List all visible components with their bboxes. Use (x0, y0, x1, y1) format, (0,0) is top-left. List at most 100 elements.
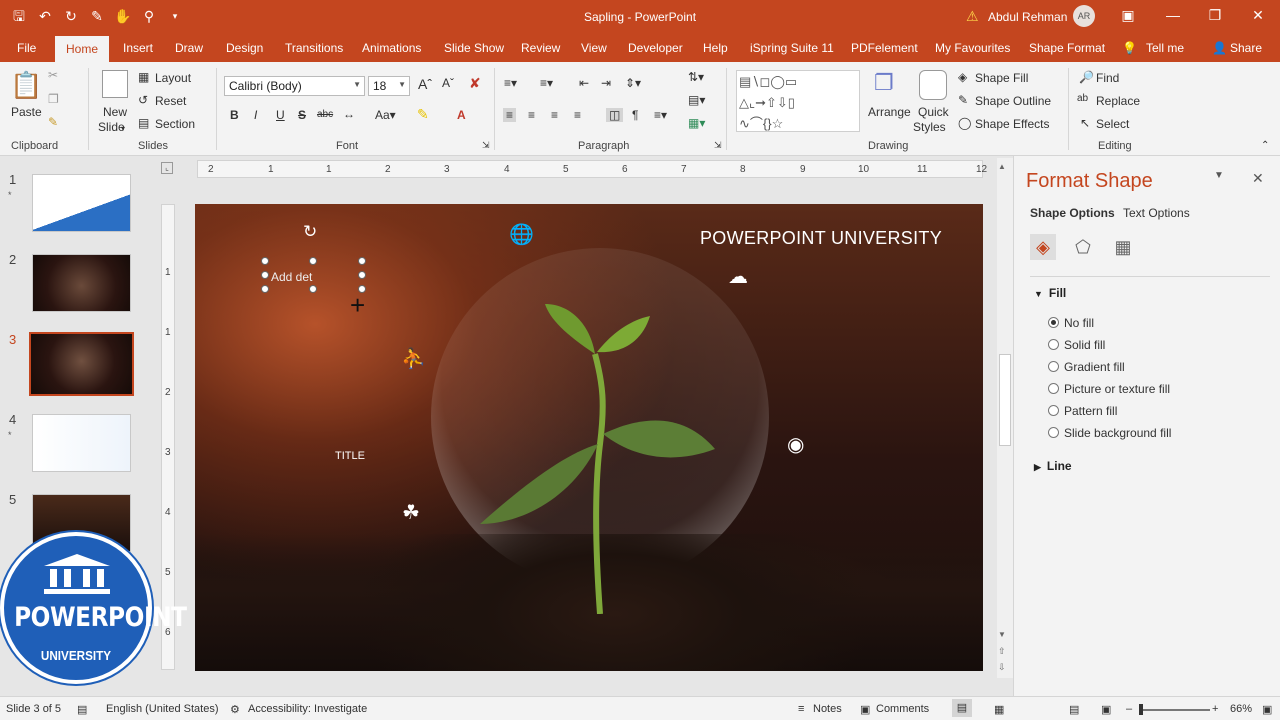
tab-developer[interactable]: Developer (628, 41, 683, 55)
notes-button[interactable]: Notes (813, 703, 842, 715)
format-painter-button-icon[interactable]: ✎ (48, 115, 58, 129)
collapse-ribbon-icon[interactable]: ⌃ (1261, 140, 1269, 151)
paste-button[interactable]: Paste (11, 105, 42, 119)
reading-view-icon[interactable]: ▤ (1069, 703, 1079, 716)
resize-handle[interactable] (261, 271, 269, 279)
comments-button[interactable]: Comments (876, 703, 929, 715)
scroll-thumb[interactable] (999, 354, 1011, 446)
align-text-ribbon-icon[interactable]: ▤▾ (688, 93, 705, 107)
increase-indent-icon[interactable]: ⇥ (601, 76, 611, 90)
vertical-scrollbar[interactable]: ▲ ▼ ⇧ ⇩ (997, 158, 1013, 678)
accessibility-status[interactable]: Accessibility: Investigate (248, 703, 367, 715)
tab-draw[interactable]: Draw (175, 41, 203, 55)
quick-styles-icon[interactable] (919, 70, 947, 100)
share-button[interactable]: Share (1230, 41, 1262, 55)
tab-transitions[interactable]: Transitions (285, 41, 343, 55)
section-button[interactable]: Section (155, 117, 195, 131)
scroll-down-icon[interactable]: ▼ (998, 630, 1006, 639)
warning-icon[interactable]: ⚠ (966, 8, 979, 25)
smartart-icon[interactable]: ▦▾ (688, 116, 705, 130)
decrease-indent-icon[interactable]: ⇤ (579, 76, 589, 90)
text-direction-icon[interactable]: ¶ (632, 108, 638, 122)
new-slide-dropdown-icon[interactable]: ▾ (121, 124, 125, 133)
tab-slide-show[interactable]: Slide Show (444, 41, 504, 55)
pattern-fill-radio[interactable]: Pattern fill (1048, 404, 1117, 418)
text-direction-ribbon-icon[interactable]: ⇅▾ (688, 70, 704, 84)
normal-view-icon[interactable]: ▤ (952, 699, 972, 717)
numbering-icon[interactable]: ≡▾ (540, 76, 553, 90)
avatar[interactable]: AR (1073, 5, 1095, 27)
solid-fill-radio[interactable]: Solid fill (1048, 338, 1105, 352)
font-family-select[interactable]: Calibri (Body) ▼ (224, 76, 365, 96)
rotate-handle-icon[interactable]: ↻ (303, 222, 317, 242)
resize-handle[interactable] (261, 257, 269, 265)
tab-help[interactable]: Help (703, 41, 728, 55)
zoom-slider[interactable] (1140, 709, 1210, 711)
bullets-icon[interactable]: ≡▾ (504, 76, 517, 90)
shadow-icon[interactable]: S (298, 108, 306, 122)
replace-button[interactable]: Replace (1096, 94, 1140, 108)
brain-head-icon[interactable]: ◉ (787, 432, 804, 457)
gradient-fill-radio[interactable]: Gradient fill (1048, 360, 1125, 374)
increase-font-icon[interactable]: Aˆ (418, 76, 432, 92)
bold-icon[interactable]: B (230, 108, 239, 122)
tab-ispring[interactable]: iSpring Suite 11 (750, 41, 834, 55)
paragraph-dialog-icon[interactable]: ⇲ (714, 140, 722, 151)
picture-fill-radio[interactable]: Picture or texture fill (1048, 382, 1170, 396)
tab-home[interactable]: Home (55, 36, 109, 62)
shape-outline-button[interactable]: Shape Outline (975, 94, 1051, 108)
pane-options-icon[interactable]: ▼ (1214, 170, 1224, 181)
resize-handle[interactable] (358, 257, 366, 265)
person-icon[interactable]: ⛹ (401, 346, 426, 371)
copy-icon[interactable]: ❐ (48, 92, 59, 106)
highlight-icon[interactable]: ✎ (417, 106, 429, 123)
no-fill-radio[interactable]: No fill (1048, 316, 1094, 330)
fill-line-icon[interactable]: ◈ (1030, 234, 1056, 260)
restore-icon[interactable]: ❐ (1205, 7, 1225, 24)
slide-thumbnail-3[interactable] (29, 332, 134, 396)
resize-handle[interactable] (309, 257, 317, 265)
shape-fill-button[interactable]: Shape Fill (975, 71, 1028, 85)
slide-sorter-icon[interactable]: ▦ (994, 703, 1004, 716)
tab-selector-icon[interactable]: ⌞ (161, 162, 173, 174)
resize-handle[interactable] (261, 285, 269, 293)
arrange-button[interactable]: Arrange (868, 105, 911, 119)
clear-formatting-icon[interactable]: ✘ (469, 75, 481, 92)
slide-title[interactable]: TITLE (335, 450, 365, 462)
zoom-slider-thumb[interactable] (1139, 704, 1143, 715)
tab-file[interactable]: File (17, 41, 36, 55)
fit-to-window-icon[interactable]: ▣ (1262, 703, 1272, 716)
align-left-icon[interactable]: ≡ (503, 108, 517, 122)
tell-me[interactable]: Tell me (1146, 41, 1184, 55)
slide-canvas[interactable]: 🌐 ☁ ⛹ ◉ ☘ POWERPOINT UNIVERSITY TITLE ↻ … (195, 204, 983, 671)
line-section-header[interactable]: ▶ Line (1034, 459, 1072, 473)
globe-icon[interactable]: 🌐 (509, 222, 534, 247)
zoom-in-icon[interactable]: + (1212, 703, 1218, 715)
select-button[interactable]: Select (1096, 117, 1129, 131)
new-slide-icon[interactable] (102, 70, 128, 98)
tab-animations[interactable]: Animations (362, 41, 421, 55)
tab-insert[interactable]: Insert (123, 41, 153, 55)
slideshow-icon[interactable]: ▣ (1101, 703, 1111, 716)
justify-icon[interactable]: ≡ (574, 108, 581, 122)
align-text-icon[interactable]: ≡▾ (654, 108, 667, 122)
slide-thumbnail-1[interactable] (32, 174, 131, 232)
reset-button[interactable]: Reset (155, 94, 186, 108)
quick-styles-label-2[interactable]: Styles (913, 120, 946, 134)
hand-plant-icon[interactable]: ☘ (402, 500, 420, 525)
font-dialog-icon[interactable]: ⇲ (482, 140, 490, 151)
align-right-icon[interactable]: ≡ (551, 108, 558, 122)
italic-icon[interactable]: I (254, 108, 257, 122)
text-box-selected[interactable]: Add det (261, 257, 366, 293)
spell-check-icon[interactable]: ▤ (77, 703, 87, 716)
align-center-icon[interactable]: ≡ (528, 108, 535, 122)
font-size-select[interactable]: 18 ▼ (368, 76, 410, 96)
tab-review[interactable]: Review (521, 41, 560, 55)
zoom-out-icon[interactable]: – (1126, 703, 1132, 715)
resize-handle[interactable] (309, 285, 317, 293)
cloud-network-icon[interactable]: ☁ (728, 264, 748, 289)
next-slide-icon[interactable]: ⇩ (998, 662, 1006, 673)
cut-icon[interactable]: ✂ (48, 68, 58, 82)
shape-effects-button[interactable]: Shape Effects (975, 117, 1050, 131)
columns-icon[interactable]: ◫ (606, 108, 624, 122)
